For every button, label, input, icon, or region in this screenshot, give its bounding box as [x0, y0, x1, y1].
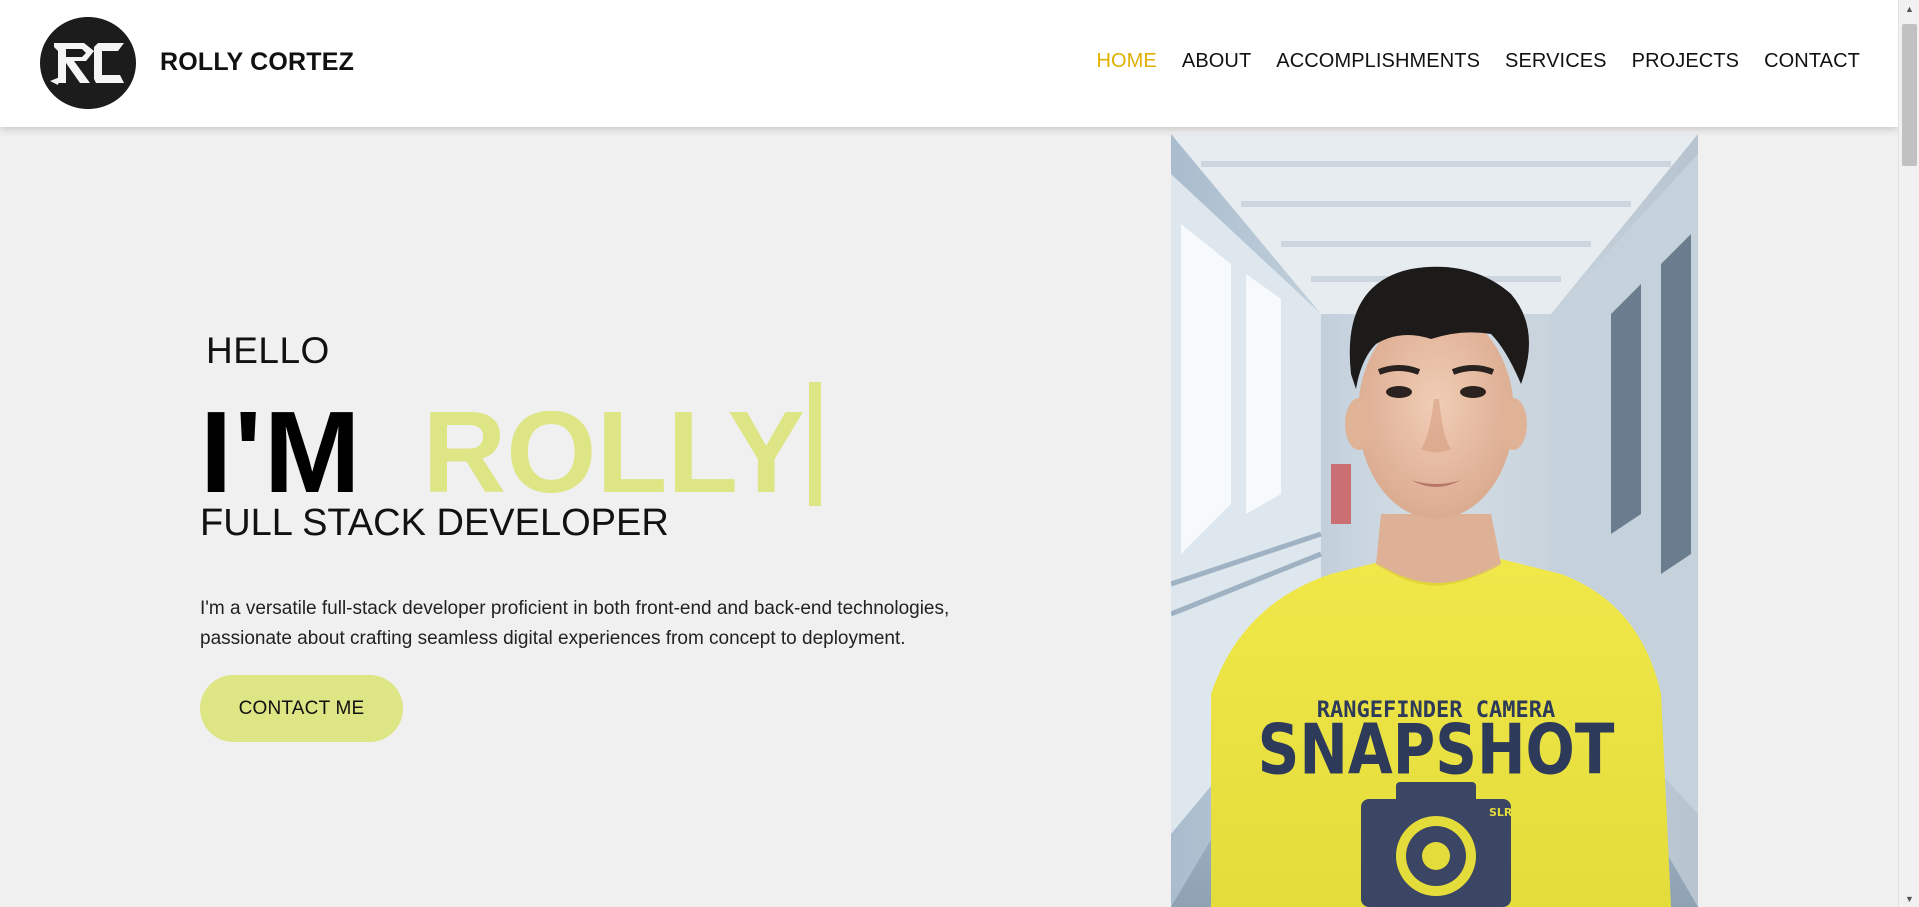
shirt-text-camera: SLR — [1489, 806, 1513, 819]
hero-greeting: HELLO — [206, 330, 330, 371]
brand-name[interactable]: ROLLY CORTEZ — [160, 48, 354, 77]
main-nav: HOME ABOUT ACCOMPLISHMENTS SERVICES PROJ… — [1096, 50, 1860, 73]
hero-headline: I'M ROLLY — [200, 382, 827, 510]
scroll-thumb[interactable] — [1902, 24, 1917, 166]
nav-accomplishments[interactable]: ACCOMPLISHMENTS — [1276, 50, 1480, 73]
logo[interactable] — [40, 17, 136, 109]
contact-me-button[interactable]: CONTACT ME — [200, 675, 403, 742]
site-header: ROLLY CORTEZ HOME ABOUT ACCOMPLISHMENTS … — [0, 0, 1898, 127]
scroll-up-arrow-icon[interactable]: ▲ — [1899, 0, 1919, 17]
hero-description: I'm a versatile full-stack developer pro… — [200, 598, 950, 649]
scroll-down-arrow-icon[interactable]: ▼ — [1899, 890, 1919, 907]
nav-projects[interactable]: PROJECTS — [1632, 50, 1739, 73]
page: ROLLY CORTEZ HOME ABOUT ACCOMPLISHMENTS … — [0, 0, 1919, 907]
hero-intro: I'M — [200, 387, 363, 517]
nav-home[interactable]: HOME — [1096, 50, 1156, 73]
nav-contact[interactable]: CONTACT — [1764, 50, 1860, 73]
nav-about[interactable]: ABOUT — [1182, 50, 1251, 73]
hero-role: FULL STACK DEVELOPER — [200, 502, 669, 544]
portrait-image: RANGEFINDER CAMERA SNAPSHOT SLR — [1171, 134, 1698, 907]
typing-caret — [805, 382, 827, 506]
nav-services[interactable]: SERVICES — [1505, 50, 1607, 73]
portrait-photo: RANGEFINDER CAMERA SNAPSHOT SLR — [1171, 134, 1698, 907]
hero-name: ROLLY — [422, 387, 805, 517]
rc-monogram-icon — [42, 17, 134, 109]
page-scrollbar[interactable]: ▲ ▼ — [1898, 0, 1919, 907]
shirt-text-main: SNAPSHOT — [1258, 711, 1615, 791]
